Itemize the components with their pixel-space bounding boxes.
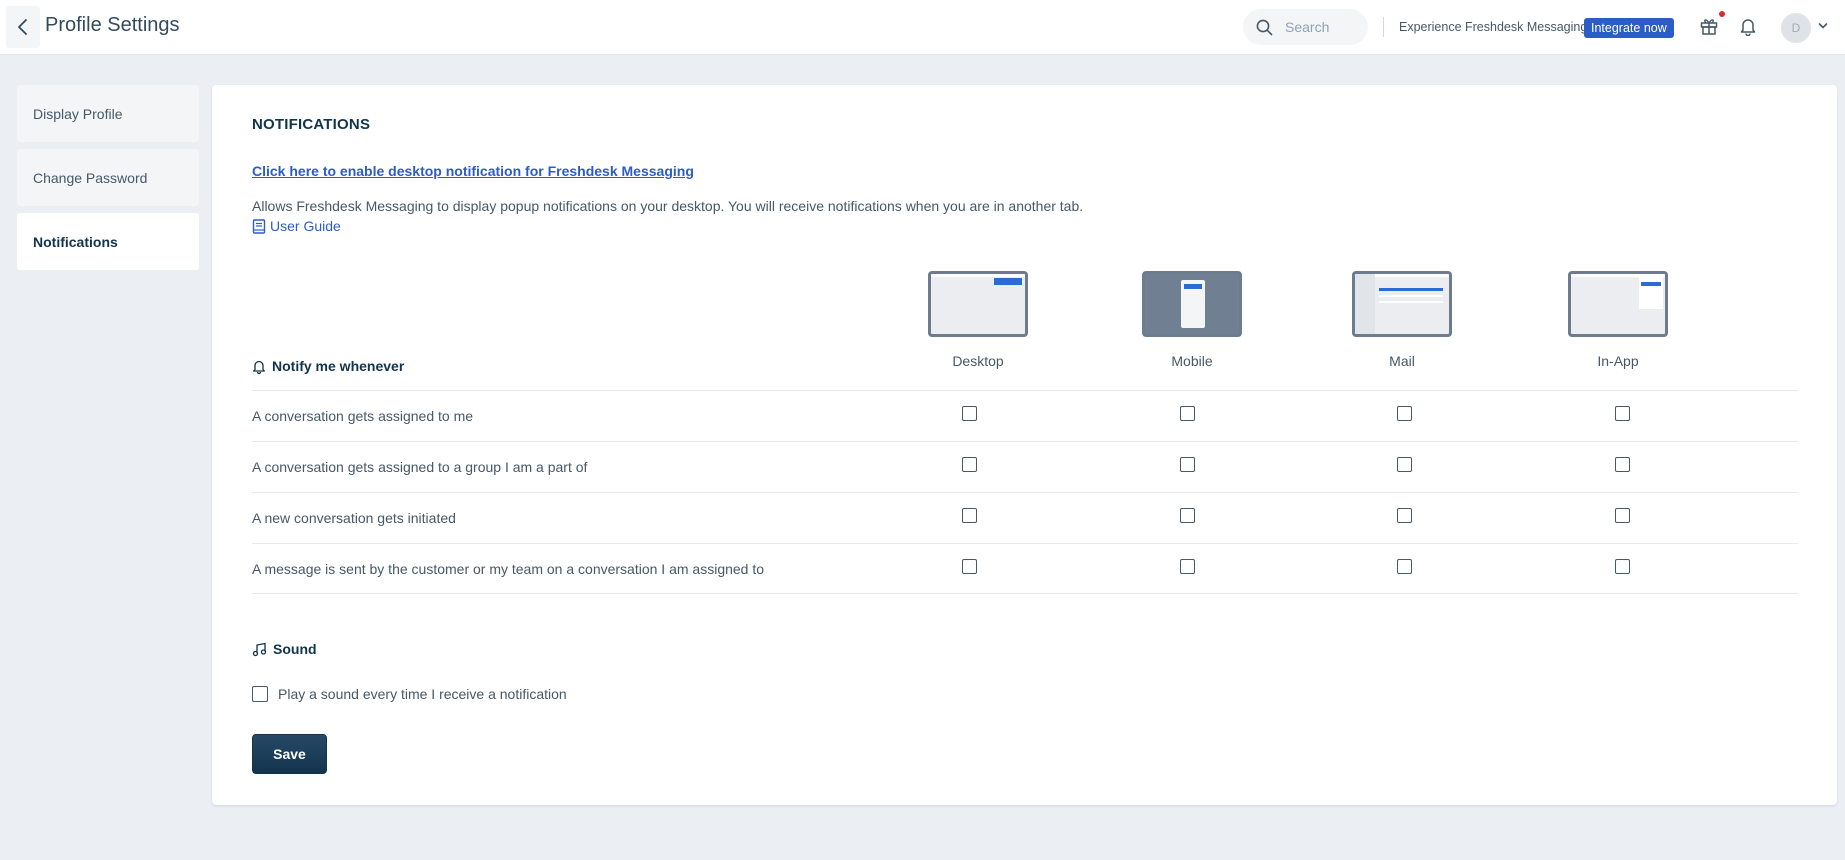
search-box[interactable] <box>1243 9 1368 45</box>
music-note-icon <box>252 642 267 656</box>
experience-text: Experience Freshdesk Messaging <box>1399 20 1588 34</box>
table-row: A new conversation gets initiated <box>252 492 1798 543</box>
page-title: Profile Settings <box>45 14 180 36</box>
bell-icon[interactable] <box>1739 17 1757 36</box>
sidebar-item-display-profile[interactable]: Display Profile <box>16 84 200 143</box>
sound-option: Play a sound every time I receive a noti… <box>252 686 567 702</box>
mobile-checkbox[interactable] <box>1180 508 1195 523</box>
sidebar-item-label: Notifications <box>33 233 118 250</box>
row-label: A message is sent by the customer or my … <box>252 561 765 577</box>
notifications-panel: NOTIFICATIONS Click here to enable deskt… <box>212 85 1837 805</box>
book-icon <box>252 218 266 234</box>
table-row: A conversation gets assigned to me <box>252 390 1798 441</box>
in-app-illustration <box>1568 271 1668 337</box>
mail-illustration <box>1352 271 1452 337</box>
sound-checkbox[interactable] <box>252 686 268 702</box>
in-app-checkbox[interactable] <box>1615 559 1630 574</box>
avatar[interactable]: D <box>1781 13 1811 43</box>
channel-in-app: In-App <box>1548 271 1688 369</box>
bell-icon <box>253 360 265 374</box>
search-input[interactable] <box>1283 18 1367 36</box>
in-app-checkbox[interactable] <box>1615 406 1630 421</box>
mobile-checkbox[interactable] <box>1180 406 1195 421</box>
mobile-checkbox[interactable] <box>1180 457 1195 472</box>
sidebar-item-notifications[interactable]: Notifications <box>16 212 200 271</box>
desktop-checkbox[interactable] <box>962 457 977 472</box>
channel-label: Mail <box>1389 353 1415 369</box>
notify-heading: Notify me whenever <box>252 358 404 374</box>
mobile-illustration <box>1142 271 1242 337</box>
notify-heading-label: Notify me whenever <box>272 358 405 374</box>
gift-icon[interactable] <box>1699 16 1719 36</box>
top-bar: Profile Settings Experience Freshdesk Me… <box>0 0 1845 55</box>
table-row: A conversation gets assigned to a group … <box>252 441 1798 492</box>
table-row: A message is sent by the customer or my … <box>252 543 1798 594</box>
integrate-now-button[interactable]: Integrate now <box>1584 18 1674 38</box>
desktop-checkbox[interactable] <box>962 508 977 523</box>
header-divider <box>1383 17 1384 37</box>
desktop-checkbox[interactable] <box>962 559 977 574</box>
in-app-checkbox[interactable] <box>1615 508 1630 523</box>
sidebar-item-change-password[interactable]: Change Password <box>16 148 200 207</box>
channel-label: Mobile <box>1171 353 1213 369</box>
desktop-checkbox[interactable] <box>962 406 977 421</box>
mobile-checkbox[interactable] <box>1180 559 1195 574</box>
mail-checkbox[interactable] <box>1397 406 1412 421</box>
notification-description: Allows Freshdesk Messaging to display po… <box>252 198 1084 214</box>
sidebar-item-label: Display Profile <box>33 105 123 122</box>
sound-option-label: Play a sound every time I receive a noti… <box>278 686 567 702</box>
channel-label: Desktop <box>952 353 1004 369</box>
row-label: A conversation gets assigned to a group … <box>252 459 588 475</box>
row-label: A new conversation gets initiated <box>252 510 456 526</box>
notification-dot <box>1719 11 1725 17</box>
mail-checkbox[interactable] <box>1397 559 1412 574</box>
save-button[interactable]: Save <box>252 734 327 774</box>
back-button[interactable] <box>6 6 40 48</box>
enable-desktop-notification-link[interactable]: Click here to enable desktop notificatio… <box>252 163 694 179</box>
chevron-down-icon[interactable] <box>1818 22 1828 30</box>
section-title: NOTIFICATIONS <box>252 116 371 133</box>
channel-mail: Mail <box>1332 271 1472 369</box>
mail-checkbox[interactable] <box>1397 457 1412 472</box>
channel-mobile: Mobile <box>1122 271 1262 369</box>
user-guide-label: User Guide <box>270 218 341 234</box>
mail-checkbox[interactable] <box>1397 508 1412 523</box>
desktop-illustration <box>928 271 1028 337</box>
user-guide-link[interactable]: User Guide <box>252 218 341 234</box>
sound-heading-label: Sound <box>273 641 317 657</box>
sidebar-item-label: Change Password <box>33 169 148 186</box>
channel-label: In-App <box>1597 353 1639 369</box>
in-app-checkbox[interactable] <box>1615 457 1630 472</box>
search-icon <box>1256 19 1273 36</box>
channel-desktop: Desktop <box>908 271 1048 369</box>
chevron-left-icon <box>18 19 27 35</box>
settings-sidebar: Display Profile Change Password Notifica… <box>16 84 200 276</box>
row-label: A conversation gets assigned to me <box>252 408 474 424</box>
sound-heading: Sound <box>252 641 317 657</box>
